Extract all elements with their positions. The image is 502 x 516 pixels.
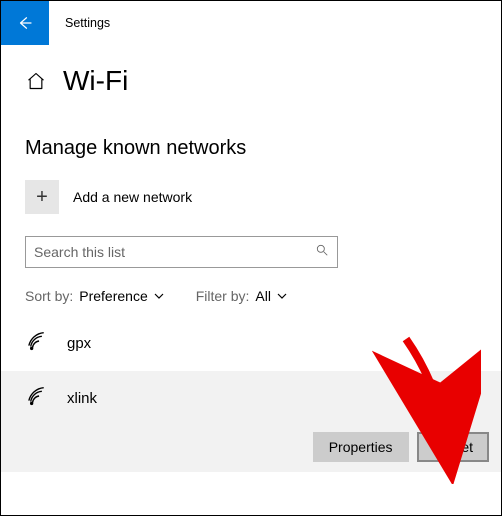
- titlebar: Settings: [1, 1, 501, 45]
- network-item[interactable]: gpx: [1, 318, 501, 369]
- home-icon: [26, 71, 46, 91]
- add-network-label: Add a new network: [73, 189, 192, 205]
- page-title: Wi-Fi: [63, 65, 128, 97]
- header: Wi-Fi: [1, 45, 501, 97]
- titlebar-title: Settings: [49, 16, 110, 30]
- filter-label: Filter by:: [196, 288, 250, 304]
- wifi-icon: [27, 330, 53, 357]
- search-input[interactable]: Search this list: [25, 236, 338, 268]
- add-network-button[interactable]: + Add a new network: [1, 160, 501, 214]
- wifi-icon: [27, 385, 53, 412]
- sort-dropdown[interactable]: Sort by: Preference: [25, 288, 164, 304]
- search-icon: [315, 243, 329, 262]
- chevron-down-icon: [277, 288, 287, 304]
- section-heading: Manage known networks: [1, 97, 501, 160]
- filter-value: All: [255, 288, 271, 304]
- list-controls: Sort by: Preference Filter by: All: [1, 268, 501, 304]
- network-list: gpx xlink Properties Forget: [1, 304, 501, 472]
- forget-button[interactable]: Forget: [417, 432, 489, 462]
- back-button[interactable]: [1, 1, 49, 45]
- search-placeholder: Search this list: [34, 244, 125, 260]
- chevron-down-icon: [154, 288, 164, 304]
- properties-button[interactable]: Properties: [313, 432, 409, 462]
- filter-dropdown[interactable]: Filter by: All: [196, 288, 287, 304]
- network-name: xlink: [67, 390, 97, 407]
- home-button[interactable]: [25, 70, 47, 92]
- sort-value: Preference: [79, 288, 147, 304]
- network-actions: Properties Forget: [313, 432, 489, 462]
- network-name: gpx: [67, 335, 91, 352]
- search-row: Search this list: [1, 214, 501, 268]
- sort-label: Sort by:: [25, 288, 73, 304]
- network-item-selected[interactable]: xlink Properties Forget: [1, 371, 501, 472]
- arrow-left-icon: [16, 14, 34, 32]
- plus-icon: +: [25, 180, 59, 214]
